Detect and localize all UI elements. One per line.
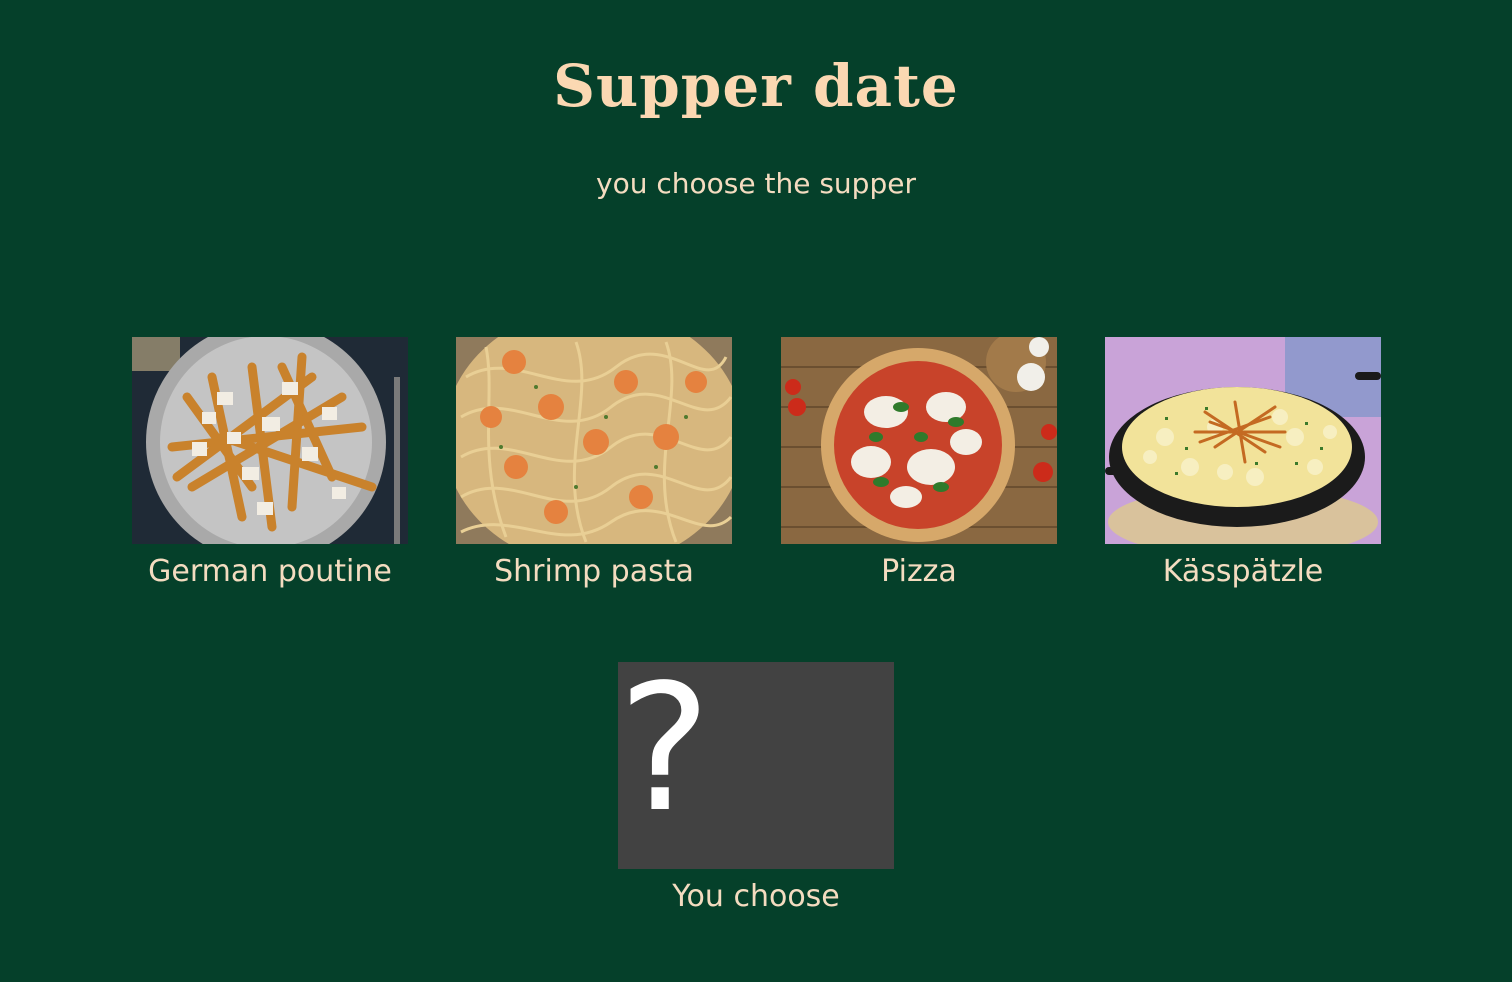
option-label: Pizza xyxy=(881,554,957,589)
page-subtitle: you choose the supper xyxy=(596,167,916,200)
kasspatzle-photo[interactable] xyxy=(1105,337,1381,544)
option-label: Shrimp pasta xyxy=(494,554,694,589)
mystery-tile[interactable]: ? xyxy=(618,662,894,869)
question-mark-icon: ? xyxy=(618,662,711,851)
option-label: Kässpätzle xyxy=(1162,554,1324,589)
option-german-poutine[interactable]: German poutine xyxy=(132,337,408,589)
option-label: German poutine xyxy=(148,554,392,589)
pizza-photo[interactable] xyxy=(781,337,1057,544)
poutine-photo[interactable] xyxy=(132,337,408,544)
option-kasspatzle[interactable]: Kässpätzle xyxy=(1105,337,1381,589)
shrimp-pasta-photo[interactable] xyxy=(456,337,732,544)
page-title: Supper date xyxy=(553,52,959,120)
option-shrimp-pasta[interactable]: Shrimp pasta xyxy=(456,337,732,589)
option-pizza[interactable]: Pizza xyxy=(781,337,1057,589)
option-label: You choose xyxy=(672,879,840,914)
option-you-choose[interactable]: ? You choose xyxy=(618,662,894,914)
